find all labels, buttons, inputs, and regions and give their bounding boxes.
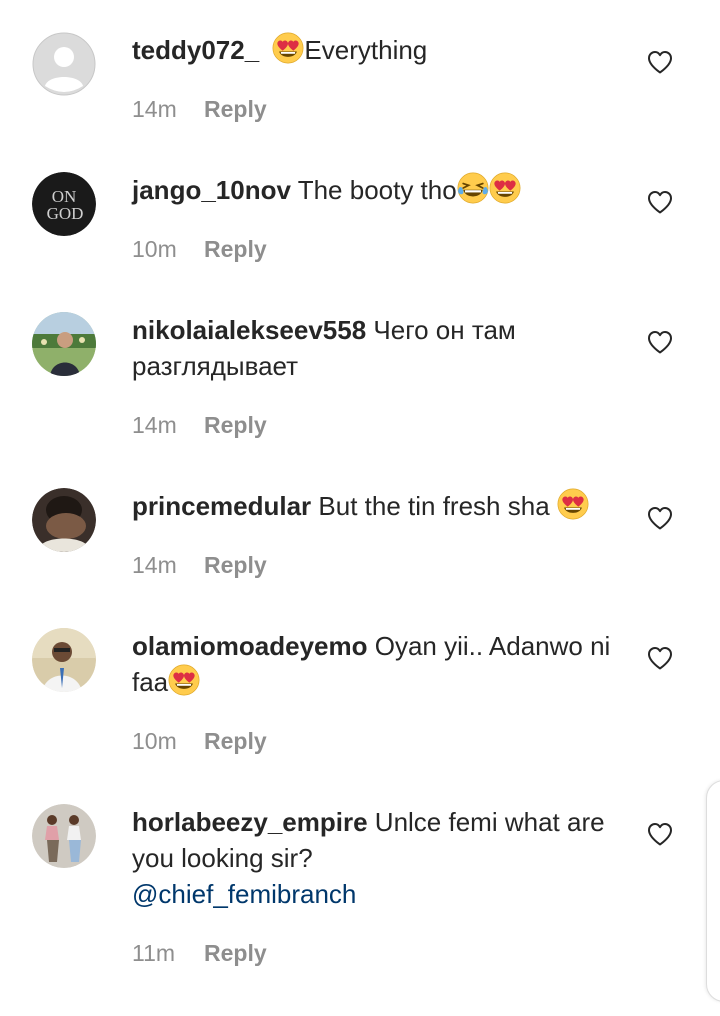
heart-eyes-emoji-icon (557, 488, 589, 520)
default-avatar-icon (32, 32, 96, 96)
side-panel-edge (706, 780, 720, 1002)
avatar[interactable] (32, 312, 96, 376)
comment-body: The booty tho (297, 175, 457, 205)
photo-avatar-icon (32, 488, 96, 552)
heart-outline-icon[interactable] (646, 820, 674, 848)
avatar-text-line: GOD (47, 204, 84, 223)
comment-meta: 14m Reply (132, 96, 267, 123)
avatar[interactable] (32, 804, 96, 868)
photo-avatar-icon (32, 312, 96, 376)
comment-meta: 11m Reply (132, 940, 267, 967)
reply-button[interactable]: Reply (204, 412, 267, 438)
tears-of-joy-emoji-icon (457, 172, 489, 204)
comment-meta: 14m Reply (132, 552, 267, 579)
comment-body: But the tin fresh sha (318, 491, 557, 521)
comment-username[interactable]: teddy072_ (132, 35, 259, 65)
reply-button[interactable]: Reply (204, 236, 267, 262)
comment-time: 14m (132, 552, 177, 578)
comment-text: olamiomoadeyemo Oyan yii.. Adanwo ni faa (132, 628, 620, 700)
on-god-avatar-icon: ON GOD (32, 172, 96, 236)
comment-body: Everything (304, 35, 428, 65)
comment-text: horlabeezy_empire Unlce femi what are yo… (132, 804, 620, 912)
comment-time: 14m (132, 412, 177, 438)
photo-avatar-icon (32, 628, 96, 692)
comment-username[interactable]: nikolaialekseev558 (132, 315, 366, 345)
avatar[interactable]: ON GOD (32, 172, 96, 236)
heart-outline-icon[interactable] (646, 48, 674, 76)
comment-username[interactable]: princemedular (132, 491, 311, 521)
avatar[interactable] (32, 488, 96, 552)
comment-text: princemedular But the tin fresh sha (132, 488, 620, 524)
comment-text: nikolaialekseev558 Чего он там разглядыв… (132, 312, 620, 384)
comment-meta: 14m Reply (132, 412, 267, 439)
comment-text: teddy072_ Everything (132, 32, 620, 68)
heart-outline-icon[interactable] (646, 504, 674, 532)
comment-username[interactable]: horlabeezy_empire (132, 807, 368, 837)
reply-button[interactable]: Reply (204, 728, 267, 754)
comment-time: 10m (132, 236, 177, 262)
comment-time: 14m (132, 96, 177, 122)
comment-meta: 10m Reply (132, 236, 267, 263)
heart-eyes-emoji-icon (489, 172, 521, 204)
comment-username[interactable]: olamiomoadeyemo (132, 631, 368, 661)
comment-time: 11m (132, 940, 176, 966)
comment-text: jango_10nov The booty tho (132, 172, 620, 208)
avatar[interactable] (32, 628, 96, 692)
avatar[interactable] (32, 32, 96, 96)
reply-button[interactable]: Reply (204, 552, 267, 578)
heart-outline-icon[interactable] (646, 328, 674, 356)
heart-outline-icon[interactable] (646, 188, 674, 216)
comment-time: 10m (132, 728, 177, 754)
heart-eyes-emoji-icon (272, 32, 304, 64)
heart-eyes-emoji-icon (168, 664, 200, 696)
photo-avatar-icon (32, 804, 96, 868)
reply-button[interactable]: Reply (204, 96, 267, 122)
comment-meta: 10m Reply (132, 728, 267, 755)
reply-button[interactable]: Reply (204, 940, 267, 966)
comment-username[interactable]: jango_10nov (132, 175, 291, 205)
heart-outline-icon[interactable] (646, 644, 674, 672)
mention-link[interactable]: @chief_femibranch (132, 879, 356, 909)
